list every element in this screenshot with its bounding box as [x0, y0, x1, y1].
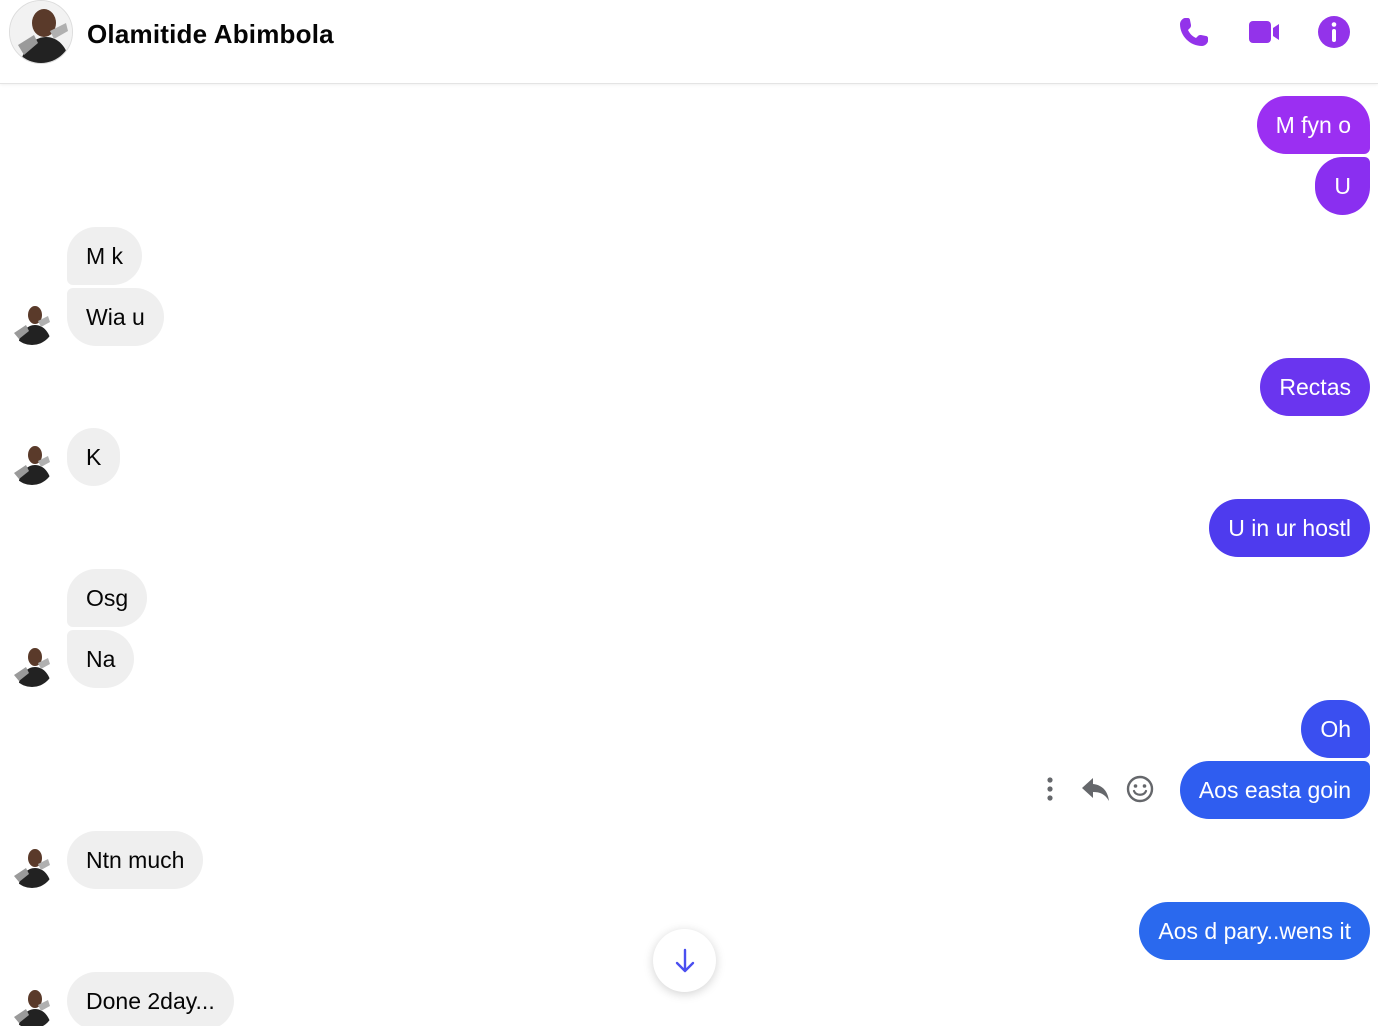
video-call-button[interactable] — [1246, 14, 1282, 50]
incoming-message[interactable]: Done 2day... — [67, 972, 234, 1026]
sender-avatar[interactable] — [10, 985, 54, 1026]
sender-avatar[interactable] — [10, 441, 54, 485]
phone-call-button[interactable] — [1176, 14, 1212, 50]
incoming-message[interactable]: K — [67, 428, 121, 486]
outgoing-message[interactable]: Oh — [1301, 700, 1370, 758]
reply-button[interactable] — [1078, 771, 1114, 807]
incoming-message[interactable]: M k — [67, 227, 143, 285]
incoming-message[interactable]: Ntn much — [67, 831, 204, 889]
info-icon — [1318, 16, 1350, 48]
more-options-button[interactable] — [1032, 771, 1068, 807]
outgoing-message[interactable]: Rectas — [1260, 358, 1370, 416]
react-button[interactable] — [1122, 771, 1158, 807]
phone-icon — [1180, 18, 1208, 46]
sender-avatar[interactable] — [10, 643, 54, 687]
sender-avatar[interactable] — [10, 301, 54, 345]
incoming-message[interactable]: Na — [67, 630, 135, 688]
incoming-message[interactable]: Wia u — [67, 288, 164, 346]
contact-name[interactable]: Olamitide Abimbola — [87, 19, 334, 50]
avatar-photo — [10, 1, 72, 63]
avatar-photo — [14, 849, 52, 888]
contact-avatar[interactable] — [9, 0, 73, 64]
conversation-header: Olamitide Abimbola — [0, 0, 1378, 84]
incoming-message[interactable]: Osg — [67, 569, 148, 627]
arrow-down-icon — [675, 948, 695, 973]
outgoing-message[interactable]: U in ur hostl — [1209, 499, 1370, 557]
outgoing-message[interactable]: Aos easta goin — [1179, 761, 1370, 819]
conversation-info-button[interactable] — [1316, 14, 1352, 50]
sender-avatar[interactable] — [10, 844, 54, 888]
avatar-photo — [14, 648, 52, 687]
avatar-photo — [14, 306, 52, 345]
react-emoji-icon — [1126, 775, 1154, 803]
outgoing-message[interactable]: Aos d pary..wens it — [1139, 902, 1370, 960]
avatar-photo — [14, 446, 52, 485]
outgoing-message[interactable]: U — [1315, 157, 1370, 215]
avatar-photo — [14, 990, 52, 1026]
reply-icon — [1082, 778, 1109, 801]
more-options-icon — [1047, 777, 1053, 801]
video-camera-icon — [1249, 21, 1279, 43]
scroll-to-bottom-button[interactable] — [653, 929, 716, 992]
outgoing-message[interactable]: M fyn o — [1256, 96, 1370, 154]
